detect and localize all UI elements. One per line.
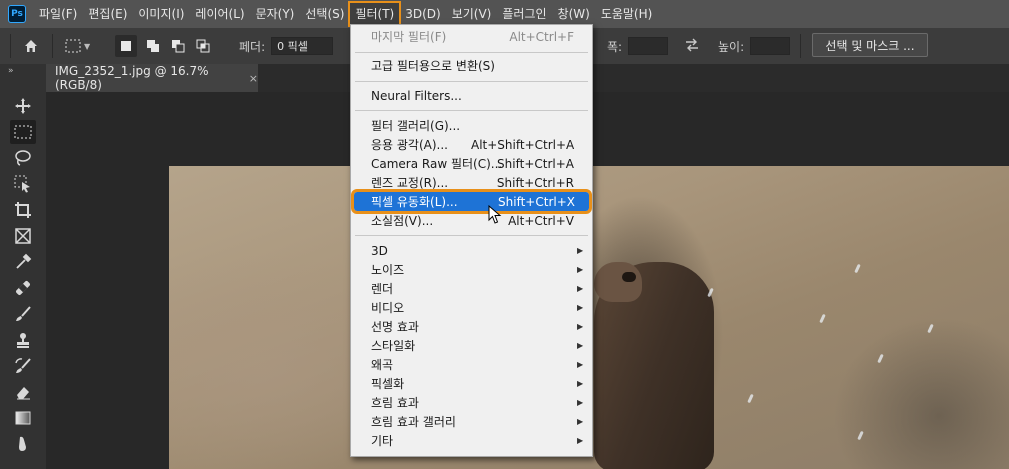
- submenu-blur-gallery[interactable]: 흐림 효과 갤러리 ▶: [353, 412, 590, 431]
- menu-item-liquify[interactable]: 픽셀 유동화(L)... Shift+Ctrl+X: [351, 189, 592, 214]
- swap-icon[interactable]: [684, 38, 700, 55]
- smudge-tool-icon[interactable]: [10, 432, 36, 456]
- submenu-blur[interactable]: 흐림 효과 ▶: [353, 393, 590, 412]
- menu-select[interactable]: 선택(S): [300, 3, 349, 25]
- height-input[interactable]: [750, 37, 791, 55]
- submenu-arrow-icon: ▶: [577, 398, 584, 407]
- width-label: 폭:: [607, 39, 623, 54]
- submenu-arrow-icon: ▶: [577, 436, 584, 445]
- arrow-cursor-icon: [488, 204, 502, 228]
- submenu-noise[interactable]: 노이즈 ▶: [353, 260, 590, 279]
- menu-item-filter-gallery[interactable]: 필터 갤러리(G)...: [353, 116, 590, 135]
- water-drop: [927, 323, 934, 334]
- submenu-arrow-icon: ▶: [577, 303, 584, 312]
- menu-item-lens-correction[interactable]: 렌즈 교정(R)... Shift+Ctrl+R: [353, 173, 590, 192]
- close-icon[interactable]: ×: [249, 72, 258, 85]
- water-drop: [747, 393, 754, 404]
- filter-menu: 마지막 필터(F) Alt+Ctrl+F 고급 필터용으로 변환(S) Neur…: [350, 24, 593, 457]
- object-select-tool-icon[interactable]: [10, 172, 36, 196]
- feather-label: 페더:: [239, 39, 266, 54]
- submenu-arrow-icon: ▶: [577, 284, 584, 293]
- options-divider: [800, 34, 801, 58]
- history-brush-tool-icon[interactable]: [10, 354, 36, 378]
- intersect-selection-icon[interactable]: [192, 35, 214, 57]
- menu-type[interactable]: 문자(Y): [251, 3, 300, 25]
- options-divider: [10, 34, 11, 58]
- submenu-arrow-icon: ▶: [577, 246, 584, 255]
- menu-item-convert-smart-filter[interactable]: 고급 필터용으로 변환(S): [353, 56, 590, 75]
- menu-item-adaptive-wide-angle[interactable]: 응용 광각(A)... Alt+Shift+Ctrl+A: [353, 135, 590, 154]
- submenu-arrow-icon: ▶: [577, 322, 584, 331]
- menu-file[interactable]: 파일(F): [34, 3, 82, 25]
- water-drop: [819, 313, 826, 324]
- height-label: 높이:: [718, 39, 745, 54]
- submenu-render[interactable]: 렌더 ▶: [353, 279, 590, 298]
- submenu-distort[interactable]: 왜곡 ▶: [353, 355, 590, 374]
- select-and-mask-button[interactable]: 선택 및 마스크 ...: [812, 33, 928, 57]
- feather-input[interactable]: 0 픽셀: [271, 37, 334, 55]
- rect-marquee-tool-icon[interactable]: [10, 120, 36, 144]
- chevron-down-icon[interactable]: ▼: [84, 42, 96, 51]
- clone-stamp-tool-icon[interactable]: [10, 328, 36, 352]
- menu-layer[interactable]: 레이어(L): [190, 3, 249, 25]
- brush-tool-icon[interactable]: [10, 302, 36, 326]
- menu-window[interactable]: 창(W): [553, 3, 595, 25]
- sea-lion-snout: [594, 262, 642, 302]
- water-drop: [877, 353, 884, 364]
- menu-filter[interactable]: 필터(T): [348, 1, 402, 27]
- submenu-stylize[interactable]: 스타일화 ▶: [353, 336, 590, 355]
- submenu-arrow-icon: ▶: [577, 265, 584, 274]
- width-input[interactable]: [628, 37, 669, 55]
- menu-separator: [355, 110, 588, 111]
- menu-3d[interactable]: 3D(D): [400, 3, 445, 25]
- home-icon[interactable]: [20, 35, 42, 57]
- menu-item-last-filter: 마지막 필터(F) Alt+Ctrl+F: [371, 29, 574, 45]
- water-drop: [854, 263, 861, 274]
- document-tab[interactable]: IMG_2352_1.jpg @ 16.7% (RGB/8) ×: [46, 64, 258, 92]
- menu-view[interactable]: 보기(V): [447, 3, 497, 25]
- menu-separator: [355, 81, 588, 82]
- menu-item-vanishing-point[interactable]: 소실점(V)... Alt+Ctrl+V: [353, 211, 590, 230]
- submenu-sharpen[interactable]: 선명 효과 ▶: [353, 317, 590, 336]
- menu-separator: [355, 52, 588, 53]
- submenu-arrow-icon: ▶: [577, 341, 584, 350]
- new-selection-icon[interactable]: [115, 35, 137, 57]
- menu-help[interactable]: 도움말(H): [596, 3, 658, 25]
- document-tab-title: IMG_2352_1.jpg @ 16.7% (RGB/8): [55, 64, 209, 92]
- submenu-arrow-icon: ▶: [577, 379, 584, 388]
- frame-tool-icon[interactable]: [10, 224, 36, 248]
- menu-edit[interactable]: 편집(E): [83, 3, 132, 25]
- tools-panel: »: [0, 64, 47, 469]
- menu-plugins[interactable]: 플러그인: [497, 3, 551, 25]
- photoshop-logo-icon: Ps: [8, 5, 26, 23]
- move-tool-icon[interactable]: [10, 94, 36, 118]
- menu-separator: [355, 235, 588, 236]
- options-divider: [52, 34, 53, 58]
- gradient-tool-icon[interactable]: [10, 406, 36, 430]
- eyedropper-tool-icon[interactable]: [10, 250, 36, 274]
- menu-item-camera-raw[interactable]: Camera Raw 필터(C)... Shift+Ctrl+A: [353, 154, 590, 173]
- submenu-arrow-icon: ▶: [577, 417, 584, 426]
- subtract-selection-icon[interactable]: [167, 35, 189, 57]
- submenu-3d[interactable]: 3D ▶: [353, 241, 590, 260]
- lasso-tool-icon[interactable]: [10, 146, 36, 170]
- eraser-tool-icon[interactable]: [10, 380, 36, 404]
- submenu-pixelate[interactable]: 픽셀화 ▶: [353, 374, 590, 393]
- menu-image[interactable]: 이미지(I): [133, 3, 189, 25]
- add-selection-icon[interactable]: [142, 35, 164, 57]
- water-drop: [857, 430, 864, 441]
- menu-item-neural-filters[interactable]: Neural Filters...: [353, 86, 590, 105]
- submenu-other[interactable]: 기타 ▶: [353, 431, 590, 450]
- submenu-arrow-icon: ▶: [577, 360, 584, 369]
- healing-brush-tool-icon[interactable]: [10, 276, 36, 300]
- crop-tool-icon[interactable]: [10, 198, 36, 222]
- collapse-panel-icon[interactable]: »: [8, 66, 14, 76]
- submenu-video[interactable]: 비디오 ▶: [353, 298, 590, 317]
- rect-marquee-icon[interactable]: [62, 35, 84, 57]
- sea-lion-nose: [622, 272, 636, 282]
